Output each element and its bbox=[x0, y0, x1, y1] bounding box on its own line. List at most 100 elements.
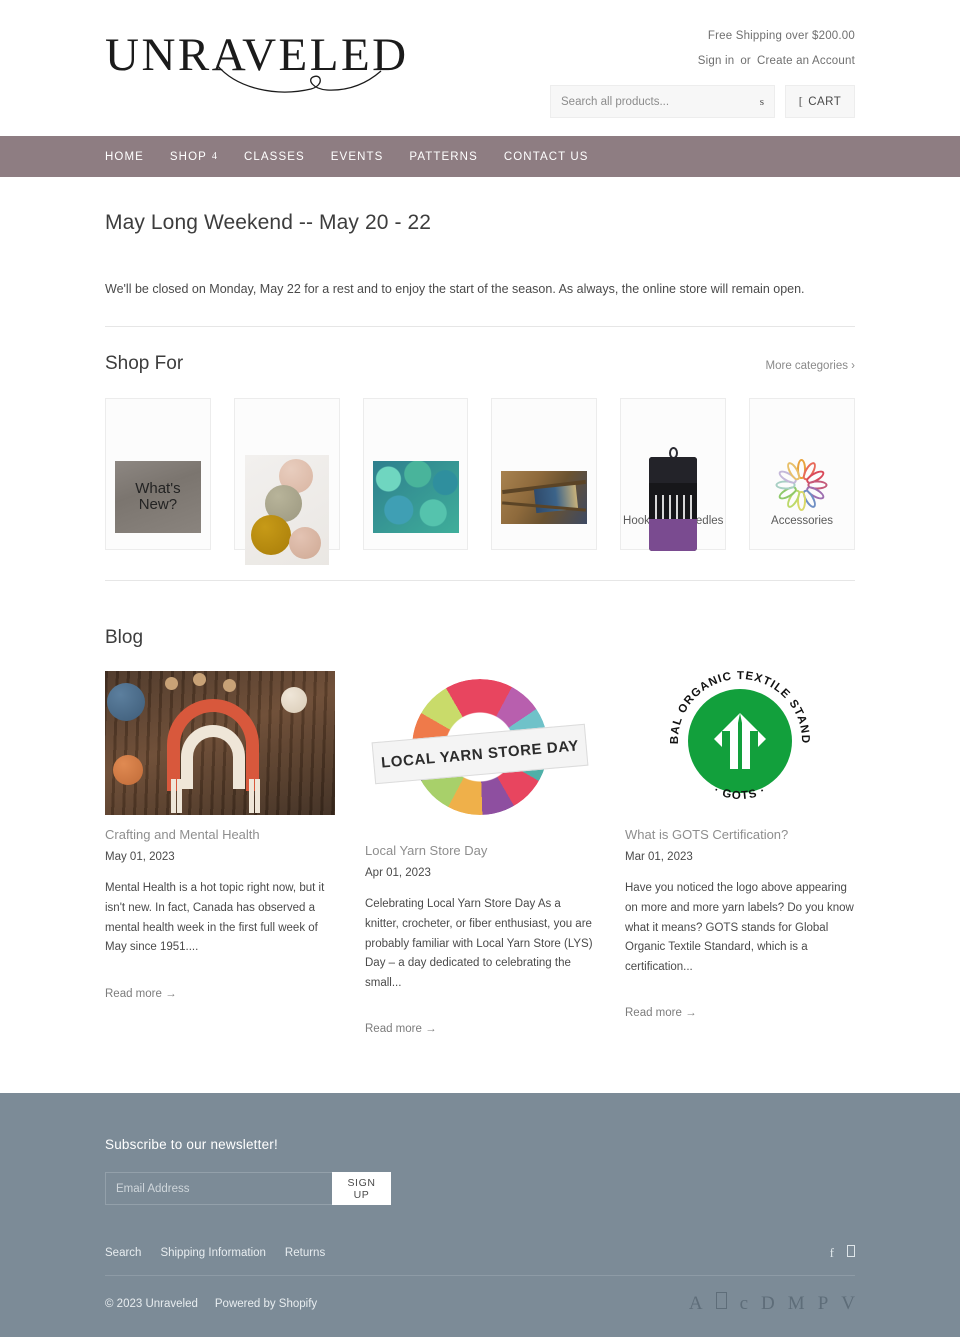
powered-by-shopify-link[interactable]: Powered by Shopify bbox=[215, 1298, 317, 1310]
needle-case-image bbox=[645, 443, 701, 555]
facebook-icon[interactable]: f bbox=[830, 1245, 834, 1261]
category-card-yarn[interactable]: Yarn bbox=[233, 398, 340, 565]
apple-pay-icon bbox=[715, 1292, 727, 1315]
nav-label: CONTACT US bbox=[503, 150, 589, 163]
footer-link-list: Search Shipping Information Returns bbox=[105, 1247, 325, 1259]
category-card-hooks-and-needles[interactable]: Hooks and Needles bbox=[620, 398, 727, 551]
payment-icons: A c D M P V bbox=[689, 1292, 855, 1315]
search-input[interactable] bbox=[551, 86, 774, 117]
category-card-accessories[interactable]: Accessories bbox=[749, 398, 855, 550]
case-flap bbox=[649, 457, 698, 483]
email-field[interactable] bbox=[105, 1172, 332, 1206]
whats-new-image: What's New? bbox=[114, 461, 201, 533]
wood-bead bbox=[223, 679, 236, 692]
footer-link-search[interactable]: Search bbox=[105, 1247, 141, 1259]
page-title: May Long Weekend -- May 20 - 22 bbox=[105, 211, 432, 234]
create-account-link[interactable]: Create an Account bbox=[757, 55, 855, 67]
main-navigation: HOME SHOP 4 CLASSES EVENTS PATTERNS CONT… bbox=[0, 136, 960, 177]
read-more-link[interactable]: Read more → bbox=[365, 1023, 437, 1035]
read-more-link[interactable]: Read more → bbox=[105, 988, 177, 1000]
yarn-image bbox=[244, 455, 329, 565]
macrame-tassel bbox=[249, 779, 254, 813]
footer-link-returns[interactable]: Returns bbox=[285, 1247, 325, 1259]
blog-post-date: Apr 01, 2023 bbox=[365, 867, 431, 879]
local-yarn-store-day-logo: LOCAL YARN STORE DAY bbox=[365, 671, 595, 831]
logo-banner-text: LOCAL YARN STORE DAY bbox=[380, 736, 580, 772]
copyright-text: © 2023 Unraveled bbox=[105, 1297, 198, 1310]
section-divider bbox=[105, 580, 855, 581]
site-logo[interactable]: UNRAVELED bbox=[105, 26, 415, 102]
blog-post: LOCAL YARN STORE DAY Local Yarn Store Da… bbox=[365, 671, 595, 1037]
blog-post-title[interactable]: What is GOTS Certification? bbox=[625, 827, 855, 842]
blog-post: Crafting and Mental Health May 01, 2023 … bbox=[105, 671, 335, 1002]
visa-icon: V bbox=[841, 1292, 855, 1314]
blog-post-date: Mar 01, 2023 bbox=[625, 851, 693, 863]
category-card-fibre[interactable]: Fibre bbox=[362, 398, 469, 550]
site-header: UNRAVELED Free Shipping over $200.00 Sig… bbox=[0, 0, 960, 136]
category-card-whats-new[interactable]: What'sNew? What's New? bbox=[105, 398, 211, 550]
chevron-down-icon: 4 bbox=[211, 151, 219, 162]
blog-post: GLOBAL ORGANIC TEXTILE STANDARD · GOTS ·… bbox=[625, 671, 855, 1021]
blog-post-grid: Crafting and Mental Health May 01, 2023 … bbox=[105, 671, 855, 1037]
blog-post-image[interactable]: LOCAL YARN STORE DAY bbox=[365, 671, 595, 831]
category-card-classes[interactable]: Classes bbox=[491, 398, 598, 550]
paypal-icon: P bbox=[817, 1292, 829, 1314]
free-shipping-note: Free Shipping over $200.00 bbox=[707, 30, 855, 42]
discover-icon: D bbox=[761, 1292, 775, 1314]
accessories-image bbox=[759, 455, 845, 535]
category-grid: What'sNew? What's New? Yarn Fibre bbox=[105, 398, 855, 565]
diners-club-icon: c bbox=[739, 1292, 749, 1314]
nav-label: HOME bbox=[105, 150, 144, 163]
search-icon[interactable]: s bbox=[760, 96, 764, 108]
macrame-arch-inner bbox=[181, 725, 245, 789]
nav-label: SHOP bbox=[169, 150, 207, 163]
nav-item-classes[interactable]: CLASSES bbox=[244, 151, 305, 163]
classes-image bbox=[501, 471, 588, 524]
yarn-ball bbox=[281, 687, 307, 713]
nav-label: EVENTS bbox=[330, 150, 384, 163]
cart-button[interactable]: [ CART bbox=[785, 85, 855, 118]
nav-item-home[interactable]: HOME bbox=[105, 151, 144, 163]
yarn-ball bbox=[288, 527, 321, 559]
amex-icon: A bbox=[688, 1292, 703, 1314]
nav-label: CLASSES bbox=[244, 150, 305, 163]
wood-bead bbox=[193, 673, 206, 686]
blog-post-title[interactable]: Crafting and Mental Health bbox=[105, 827, 335, 842]
signup-button[interactable]: SIGN UP bbox=[332, 1172, 391, 1206]
svg-text:· GOTS ·: · GOTS · bbox=[712, 784, 768, 802]
blog-post-excerpt: Mental Health is a hot topic right now, … bbox=[105, 882, 325, 954]
nav-item-contact-us[interactable]: CONTACT US bbox=[504, 151, 589, 163]
section-divider bbox=[105, 326, 855, 327]
nav-item-shop[interactable]: SHOP 4 bbox=[170, 151, 218, 163]
case-pocket bbox=[649, 519, 698, 551]
read-more-link[interactable]: Read more → bbox=[625, 1007, 697, 1019]
nav-item-events[interactable]: EVENTS bbox=[331, 151, 384, 163]
blog-post-title[interactable]: Local Yarn Store Day bbox=[365, 843, 595, 858]
site-footer: Subscribe to our newsletter! SIGN UP Sea… bbox=[0, 1093, 960, 1337]
blog-post-date: May 01, 2023 bbox=[105, 851, 175, 863]
blog-post-excerpt: Celebrating Local Yarn Store Day As a kn… bbox=[365, 898, 593, 990]
sign-in-link[interactable]: Sign in bbox=[698, 55, 735, 67]
account-or-text: or bbox=[740, 55, 751, 67]
newsletter-signup: Subscribe to our newsletter! SIGN UP bbox=[105, 1137, 855, 1206]
gots-circular-text: GLOBAL ORGANIC TEXTILE STANDARD · GOTS · bbox=[625, 671, 811, 802]
search-box[interactable]: s bbox=[550, 85, 775, 118]
macrame-tassel bbox=[177, 779, 182, 813]
blog-post-image[interactable]: GLOBAL ORGANIC TEXTILE STANDARD · GOTS · bbox=[625, 671, 855, 815]
blog-section: Blog Crafting and Mental Health May 01, … bbox=[105, 627, 855, 1037]
instagram-icon[interactable] bbox=[847, 1245, 855, 1261]
macrame-tassel bbox=[255, 779, 260, 813]
wood-bead bbox=[165, 677, 178, 690]
macrame-tassel bbox=[171, 779, 176, 813]
svg-text:GLOBAL ORGANIC TEXTILE STANDAR: GLOBAL ORGANIC TEXTILE STANDARD bbox=[625, 671, 811, 744]
article-body-text: We'll be closed on Monday, May 22 for a … bbox=[105, 282, 805, 296]
more-categories-link[interactable]: More categories › bbox=[766, 360, 855, 372]
whats-new-image-text: What's New? bbox=[135, 479, 181, 513]
nav-item-patterns[interactable]: PATTERNS bbox=[409, 151, 477, 163]
cart-icon: [ bbox=[798, 94, 804, 108]
gots-certification-logo: GLOBAL ORGANIC TEXTILE STANDARD · GOTS · bbox=[625, 671, 855, 815]
footer-link-shipping-information[interactable]: Shipping Information bbox=[160, 1247, 265, 1259]
blog-post-image[interactable] bbox=[105, 671, 335, 815]
cart-label: CART bbox=[808, 95, 842, 108]
shop-for-section: Shop For More categories › What'sNew? Wh… bbox=[105, 353, 855, 581]
